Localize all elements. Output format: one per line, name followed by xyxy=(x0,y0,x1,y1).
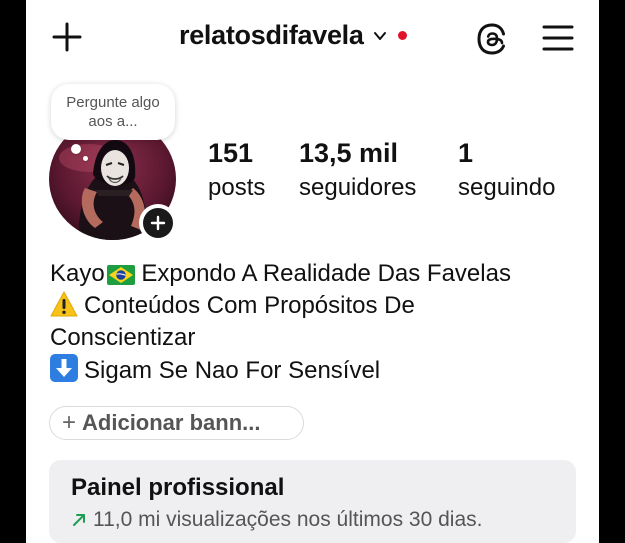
note-bubble-tail xyxy=(71,144,81,154)
bio-name: Kayo xyxy=(50,260,105,287)
bio-line-2-text: Conteúdos Com Propósitos De xyxy=(84,292,415,319)
note-bubble-tail-small xyxy=(83,156,88,161)
threads-button[interactable] xyxy=(476,22,508,56)
add-story-button[interactable] xyxy=(139,204,177,242)
panel-subtitle: 11,0 mi visualizações nos últimos 30 dia… xyxy=(93,508,483,531)
stat-followers-label: seguidores xyxy=(299,174,417,201)
plus-icon xyxy=(150,215,166,231)
stat-followers-value: 13,5 mil xyxy=(299,138,399,168)
menu-button[interactable] xyxy=(542,24,574,52)
stat-followers[interactable]: 13,5 mil seguidores xyxy=(299,138,416,205)
profile-screen: relatosdifavela Pergunte algo aos a... 1… xyxy=(26,0,599,543)
trend-up-icon xyxy=(73,514,85,526)
bio-line-4: Sigam Se Nao For Sensível xyxy=(50,354,590,387)
bio-line-3: Conscientizar xyxy=(50,324,196,351)
chevron-down-icon xyxy=(373,31,386,40)
add-banner-label: Adicionar bann... xyxy=(82,410,261,435)
account-switcher[interactable]: relatosdifavela xyxy=(179,20,407,51)
panel-title: Painel profissional xyxy=(71,474,285,501)
create-button[interactable] xyxy=(52,22,82,52)
bio-line-1-text: Expondo A Realidade Das Favelas xyxy=(134,260,511,287)
plus-icon: + xyxy=(62,409,77,436)
threads-icon xyxy=(477,23,505,55)
professional-dashboard[interactable]: Painel profissional 11,0 mi visualizaçõe… xyxy=(49,460,576,543)
stat-following[interactable]: 1 seguindo xyxy=(458,138,555,205)
bio-line-4-text: Sigam Se Nao For Sensível xyxy=(84,357,381,384)
stat-posts-value: 151 xyxy=(208,138,254,168)
username-title: relatosdifavela xyxy=(179,20,364,50)
notification-dot xyxy=(397,31,407,40)
panel-subtitle-row: 11,0 mi visualizações nos últimos 30 dia… xyxy=(71,508,482,532)
stat-following-label: seguindo xyxy=(458,174,556,201)
down-arrow-icon xyxy=(50,354,78,382)
bio-line-1: Kayo Expondo A Realidade Das Favelas xyxy=(50,258,590,290)
add-banner-button[interactable]: + Adicionar bann... xyxy=(49,406,304,440)
stat-posts-label: posts xyxy=(208,174,266,201)
plus-icon xyxy=(52,22,82,52)
hamburger-menu-icon xyxy=(542,25,574,51)
stat-following-value: 1 xyxy=(458,138,474,168)
bio: Kayo Expondo A Realidade Das Favelas Con… xyxy=(50,258,590,387)
bio-line-2: Conteúdos Com Propósitos De xyxy=(50,290,590,322)
warning-icon xyxy=(50,291,78,317)
stat-posts[interactable]: 151 posts xyxy=(208,138,265,205)
note-text: Pergunte algo aos a... xyxy=(66,94,160,130)
note-bubble[interactable]: Pergunte algo aos a... xyxy=(51,84,175,140)
brazil-flag-icon xyxy=(106,265,135,285)
